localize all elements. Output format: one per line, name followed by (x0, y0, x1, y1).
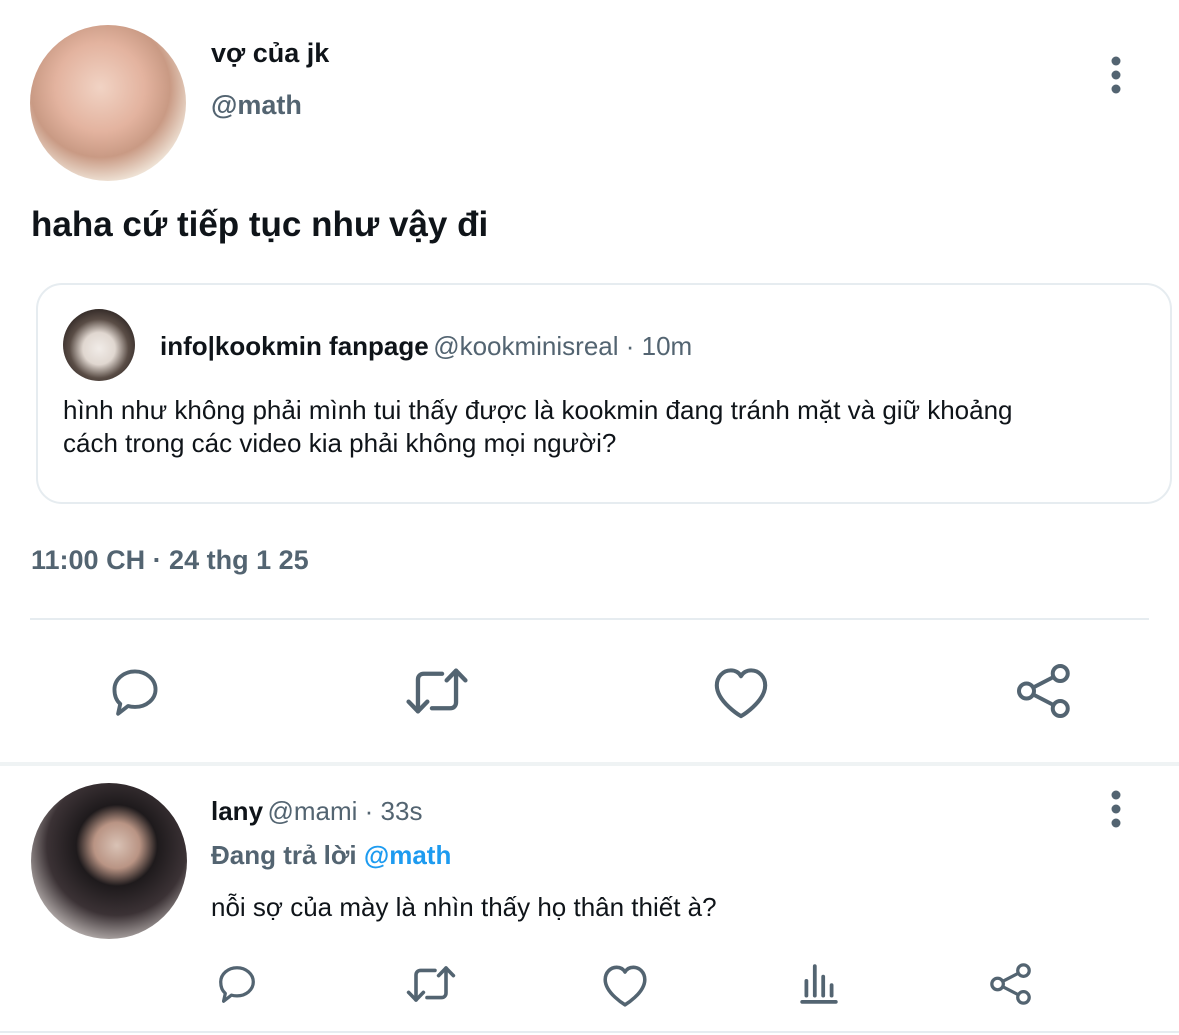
retweet-icon[interactable] (404, 962, 458, 1006)
retweet-icon[interactable] (404, 663, 470, 719)
display-name[interactable]: vợ của jk (211, 38, 329, 69)
handle[interactable]: @math (211, 90, 302, 121)
quoted-handle: @kookminisreal (433, 331, 619, 361)
replying-prefix: Đang trả lời (211, 840, 357, 870)
reply-time: 33s (380, 796, 423, 826)
bottom-divider (0, 1031, 1179, 1033)
tweet-text: haha cứ tiếp tục như vậy đi (31, 205, 489, 244)
reply-avatar[interactable] (31, 783, 187, 939)
divider (30, 618, 1149, 620)
avatar[interactable] (30, 25, 186, 181)
reply-handle[interactable]: @mami (267, 796, 357, 826)
section-divider (0, 762, 1179, 766)
more-vertical-icon[interactable] (1103, 56, 1129, 96)
quoted-time: 10m (641, 331, 693, 361)
reply-header: lany @mami · 33s (211, 796, 422, 827)
quoted-avatar (63, 309, 135, 381)
share-icon[interactable] (1014, 661, 1074, 721)
quoted-display-name: info|kookmin fanpage (160, 331, 429, 361)
share-icon[interactable] (988, 961, 1034, 1007)
reply-icon[interactable] (106, 663, 164, 721)
replying-to: Đang trả lời @math (211, 840, 451, 871)
reply-text: nỗi sợ của mày là nhìn thấy họ thân thiế… (211, 892, 717, 922)
separator-dot: · (618, 331, 642, 361)
like-icon[interactable] (710, 664, 772, 720)
reply-display-name[interactable]: lany (211, 796, 263, 826)
separator-dot: · (357, 796, 381, 826)
quoted-header: info|kookmin fanpage @kookminisreal · 10… (160, 331, 692, 362)
mention-link[interactable]: @math (364, 840, 451, 870)
tweet-timestamp: 11:00 CH · 24 thg 1 25 (31, 545, 309, 575)
like-icon[interactable] (600, 962, 650, 1008)
reply-icon[interactable] (214, 961, 260, 1007)
analytics-icon[interactable] (798, 962, 840, 1004)
more-vertical-icon[interactable] (1103, 790, 1129, 830)
quoted-text: hình như không phải mình tui thấy được l… (63, 395, 1013, 458)
